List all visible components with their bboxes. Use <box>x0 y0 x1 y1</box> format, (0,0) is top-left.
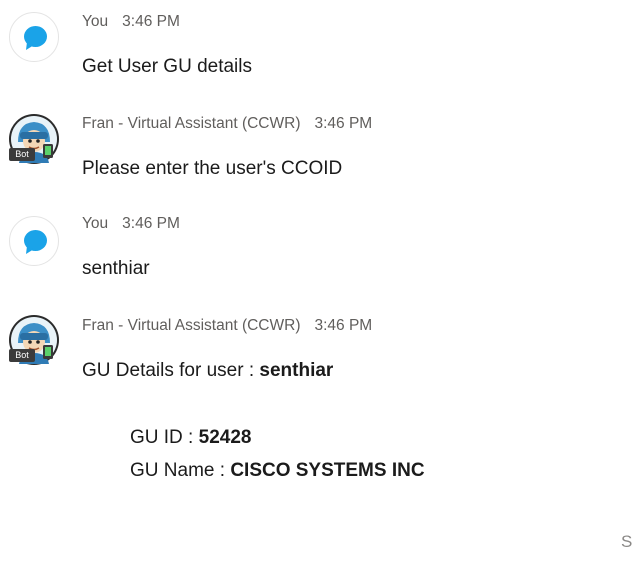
message-time: 3:46 PM <box>314 317 373 334</box>
chat-bubble-icon <box>24 26 47 50</box>
message-meta: Fran - Virtual Assistant (CCWR) 3:46 PM <box>82 115 372 133</box>
partial-edge-text: S <box>621 532 633 551</box>
gu-id-value: 52428 <box>198 427 252 448</box>
message-text: Get User GU details <box>82 56 252 77</box>
message-meta: You 3:46 PM <box>82 215 180 233</box>
message-meta: You 3:46 PM <box>82 13 180 31</box>
sender-name: You <box>82 215 109 232</box>
sender-name: You <box>82 13 109 30</box>
message-text: GU Details for user : senthiar <box>82 360 333 382</box>
message-text: Please enter the user's CCOID <box>82 158 343 179</box>
message-time: 3:46 PM <box>122 13 180 30</box>
message-meta: Fran - Virtual Assistant (CCWR) 3:46 PM <box>82 317 372 335</box>
gu-id-row: GU ID : 52428 <box>130 427 251 449</box>
details-user-value: senthiar <box>259 360 334 381</box>
message-text: senthiar <box>82 258 150 279</box>
user-avatar[interactable] <box>9 216 59 266</box>
user-avatar[interactable] <box>9 12 59 62</box>
gu-name-row: GU Name : CISCO SYSTEMS INC <box>130 460 425 482</box>
details-intro-label: GU Details for user : <box>82 360 260 381</box>
chat-bubble-icon <box>24 230 47 254</box>
sender-name: Fran - Virtual Assistant (CCWR) <box>82 115 301 132</box>
message-time: 3:46 PM <box>122 215 180 232</box>
gu-name-label: GU Name : <box>130 460 231 481</box>
gu-id-label: GU ID : <box>130 427 199 448</box>
sender-name: Fran - Virtual Assistant (CCWR) <box>82 317 301 334</box>
gu-name-value: CISCO SYSTEMS INC <box>230 460 425 481</box>
message-time: 3:46 PM <box>314 115 373 132</box>
bot-badge: Bot <box>9 349 35 362</box>
bot-badge: Bot <box>9 148 35 161</box>
